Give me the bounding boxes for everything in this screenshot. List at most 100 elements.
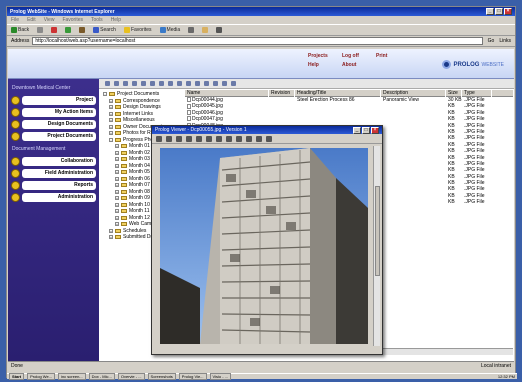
viewer-scroll-thumb[interactable] bbox=[375, 186, 380, 276]
menu-favorites[interactable]: Favorites bbox=[62, 17, 83, 23]
zoom-in-icon[interactable] bbox=[176, 136, 182, 142]
link-icon[interactable] bbox=[213, 81, 218, 86]
task-button[interactable]: Visio - ... bbox=[209, 373, 231, 380]
expander-icon[interactable]: + bbox=[115, 170, 119, 175]
help-link[interactable]: Help bbox=[308, 62, 342, 68]
refresh-button[interactable] bbox=[65, 27, 72, 33]
expander-icon[interactable]: + bbox=[109, 228, 113, 233]
print-icon[interactable] bbox=[166, 136, 172, 142]
start-button[interactable]: Start bbox=[9, 373, 25, 380]
expander-icon[interactable]: + bbox=[109, 124, 113, 129]
minimize-button[interactable]: _ bbox=[486, 8, 494, 15]
expander-icon[interactable]: - bbox=[103, 92, 107, 97]
expander-icon[interactable]: + bbox=[115, 189, 119, 194]
task-button[interactable]: inc screen... bbox=[58, 373, 86, 380]
layers-icon[interactable] bbox=[266, 136, 272, 142]
print-button[interactable] bbox=[216, 27, 223, 33]
mail-button[interactable] bbox=[202, 27, 209, 33]
expander-icon[interactable]: + bbox=[109, 118, 113, 123]
open-icon[interactable] bbox=[114, 81, 119, 86]
expander-icon[interactable]: + bbox=[109, 105, 113, 110]
expander-icon[interactable]: + bbox=[109, 131, 113, 136]
text-icon[interactable] bbox=[236, 136, 242, 142]
fit-icon[interactable] bbox=[216, 136, 222, 142]
task-button[interactable]: Prolog We... bbox=[27, 373, 56, 380]
properties-icon[interactable] bbox=[186, 81, 191, 86]
rotate-icon[interactable] bbox=[206, 136, 212, 142]
task-button[interactable]: Dox - Mic... bbox=[88, 373, 115, 380]
history-button[interactable] bbox=[188, 27, 195, 33]
task-button[interactable]: Screenshots bbox=[147, 373, 176, 380]
expander-icon[interactable]: + bbox=[115, 202, 119, 207]
address-input[interactable]: http://localhost/web.asp?username=localh… bbox=[32, 37, 483, 45]
back-button[interactable]: Back bbox=[11, 27, 29, 33]
menu-tools[interactable]: Tools bbox=[91, 17, 103, 23]
edit-icon[interactable] bbox=[222, 81, 227, 86]
menu-view[interactable]: View bbox=[44, 17, 55, 23]
task-button[interactable]: Overvie - ... bbox=[117, 373, 145, 380]
print-link[interactable]: Print bbox=[376, 53, 410, 59]
expander-icon[interactable]: + bbox=[109, 111, 113, 116]
expander-icon[interactable]: + bbox=[115, 222, 119, 227]
new-folder-icon[interactable] bbox=[105, 81, 110, 86]
expander-icon[interactable]: + bbox=[115, 163, 119, 168]
cut-icon[interactable] bbox=[168, 81, 173, 86]
sidebar-item-project[interactable]: Project bbox=[11, 96, 96, 105]
media-button[interactable]: Media bbox=[159, 27, 180, 33]
favorites-button[interactable]: Favorites bbox=[123, 27, 152, 33]
expander-icon[interactable]: + bbox=[115, 157, 119, 162]
upload-icon[interactable] bbox=[123, 81, 128, 86]
sidebar-item-reports[interactable]: Reports bbox=[11, 181, 96, 190]
download-icon[interactable] bbox=[132, 81, 137, 86]
menu-edit[interactable]: Edit bbox=[27, 17, 36, 23]
expander-icon[interactable]: + bbox=[109, 235, 113, 240]
sidebar-item-collaboration[interactable]: Collaboration bbox=[11, 157, 96, 166]
copy-icon[interactable] bbox=[141, 81, 146, 86]
expander-icon[interactable]: + bbox=[115, 150, 119, 155]
find-icon[interactable] bbox=[159, 81, 164, 86]
refresh-icon[interactable] bbox=[195, 81, 200, 86]
expander-icon[interactable]: + bbox=[115, 215, 119, 220]
task-button[interactable]: Prolog Vie... bbox=[178, 373, 207, 380]
projects-link[interactable]: Projects bbox=[308, 53, 342, 59]
viewer-maximize-button[interactable]: □ bbox=[362, 126, 370, 134]
expander-icon[interactable]: + bbox=[115, 176, 119, 181]
close-button[interactable]: × bbox=[504, 8, 512, 15]
about-link[interactable]: About bbox=[342, 62, 376, 68]
column-revision[interactable]: Revision bbox=[269, 90, 295, 97]
sidebar-item-field-administration[interactable]: Field Administration bbox=[11, 169, 96, 178]
go-button[interactable]: Go bbox=[486, 38, 497, 44]
help-icon[interactable] bbox=[204, 81, 209, 86]
forward-button[interactable] bbox=[37, 27, 44, 33]
expander-icon[interactable]: - bbox=[109, 137, 113, 142]
view-icon[interactable] bbox=[150, 81, 155, 86]
column-size[interactable]: Size bbox=[446, 90, 462, 97]
pan-icon[interactable] bbox=[196, 136, 202, 142]
column-heading-title[interactable]: Heading/Title bbox=[295, 90, 381, 97]
sidebar-item-project-documents[interactable]: Project Documents bbox=[11, 132, 96, 141]
save-icon[interactable] bbox=[156, 136, 162, 142]
menu-help[interactable]: Help bbox=[111, 17, 121, 23]
zoom-out-icon[interactable] bbox=[186, 136, 192, 142]
line-icon[interactable] bbox=[246, 136, 252, 142]
expander-icon[interactable]: + bbox=[115, 144, 119, 149]
log-off-link[interactable]: Log off bbox=[342, 53, 376, 59]
expander-icon[interactable]: + bbox=[115, 183, 119, 188]
search-button[interactable]: Search bbox=[93, 27, 116, 33]
home-button[interactable] bbox=[79, 27, 86, 33]
viewer-minimize-button[interactable]: _ bbox=[353, 126, 361, 134]
sidebar-item-my-action-items[interactable]: My Action Items bbox=[11, 108, 96, 117]
column-description[interactable]: Description bbox=[381, 90, 446, 97]
maximize-button[interactable]: □ bbox=[495, 8, 503, 15]
stop-button[interactable] bbox=[51, 27, 58, 33]
expander-icon[interactable]: + bbox=[109, 98, 113, 103]
links-label[interactable]: Links bbox=[499, 38, 511, 44]
expander-icon[interactable]: + bbox=[115, 209, 119, 214]
menu-file[interactable]: File bbox=[11, 17, 19, 23]
markup-icon[interactable] bbox=[226, 136, 232, 142]
column-type[interactable]: Type bbox=[462, 90, 492, 97]
viewer-close-button[interactable]: × bbox=[371, 126, 379, 134]
arrow-icon[interactable] bbox=[256, 136, 262, 142]
delete-icon[interactable] bbox=[177, 81, 182, 86]
column-name[interactable]: Name bbox=[185, 90, 269, 97]
